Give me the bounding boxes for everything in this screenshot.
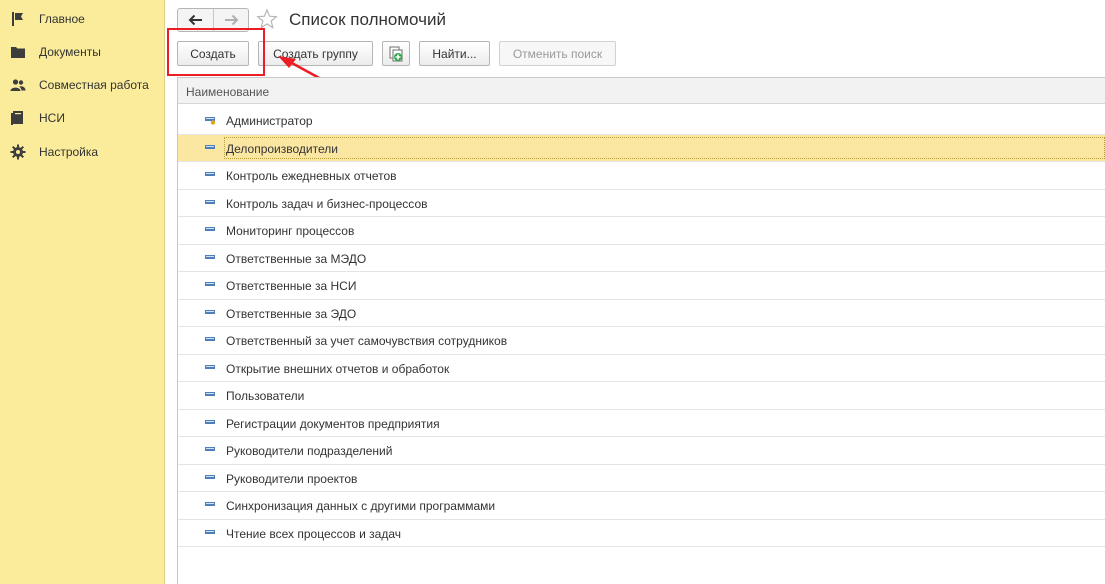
sidebar-item-collaboration[interactable]: Совместная работа <box>0 72 165 98</box>
list-item[interactable]: Пользователи <box>178 382 1105 410</box>
arrow-right-icon <box>224 14 238 26</box>
item-icon <box>205 447 215 451</box>
gear-icon <box>10 144 26 160</box>
list-item[interactable]: Чтение всех процессов и задач <box>178 520 1105 547</box>
item-icon <box>205 144 215 149</box>
item-icon <box>205 474 215 479</box>
list-item[interactable]: Ответственные за НСИ <box>178 272 1105 300</box>
list-item-label: Ответственный за учет самочувствия сотру… <box>226 334 508 348</box>
list-item-label: Ответственные за НСИ <box>226 279 357 293</box>
create-group-button[interactable]: Создать группу <box>258 41 373 66</box>
users-icon <box>10 79 26 91</box>
list-item[interactable]: Регистрации документов предприятия <box>178 410 1105 437</box>
list-item[interactable]: Руководители проектов <box>178 465 1105 492</box>
list-item[interactable]: Открытие внешних отчетов и обработок <box>178 355 1105 382</box>
item-icon <box>205 419 215 424</box>
cancel-search-button[interactable]: Отменить поиск <box>499 41 616 66</box>
item-icon <box>205 364 215 369</box>
item-icon <box>205 172 215 176</box>
page-title: Список полномочий <box>289 10 446 29</box>
list-item[interactable]: Синхронизация данных с другими программа… <box>178 492 1105 520</box>
list-item-label: Делопроизводители <box>226 141 338 156</box>
list-item-label: Мониторинг процессов <box>226 224 355 238</box>
list-item-label: Руководители подразделений <box>226 444 393 458</box>
sidebar: Главное Документы Совместная работа НСИ <box>0 0 165 584</box>
list-item[interactable]: Ответственный за учет самочувствия сотру… <box>178 327 1105 355</box>
item-icon <box>205 529 215 534</box>
permissions-list: Наименование Администратор Делопроизводит… <box>177 77 1105 584</box>
column-header-name: Наименование <box>186 85 270 99</box>
sidebar-item-label: Настройка <box>39 145 99 159</box>
item-key-icon <box>205 117 216 125</box>
item-icon <box>205 502 215 506</box>
sidebar-item-label: НСИ <box>39 111 65 125</box>
selection-focus <box>224 136 1105 159</box>
copy-add-icon <box>389 46 403 61</box>
item-icon <box>205 254 215 259</box>
copy-button[interactable] <box>382 41 410 66</box>
sidebar-item-label: Документы <box>39 45 101 59</box>
sidebar-item-nsi[interactable]: НСИ <box>0 105 165 131</box>
list-item-label: Ответственные за МЭДО <box>226 251 367 266</box>
list-item-label: Регистрации документов предприятия <box>226 416 440 431</box>
star-icon[interactable] <box>256 8 278 30</box>
find-button[interactable]: Найти... <box>419 41 490 66</box>
list-item-label: Синхронизация данных с другими программа… <box>226 499 496 513</box>
item-icon <box>205 309 215 314</box>
list-item-label: Руководители проектов <box>226 471 358 486</box>
sidebar-item-label: Главное <box>39 12 85 26</box>
column-header[interactable]: Наименование <box>178 78 1105 104</box>
list-item[interactable]: Ответственные за ЭДО <box>178 300 1105 327</box>
sidebar-item-settings[interactable]: Настройка <box>0 139 165 165</box>
item-icon <box>205 392 215 396</box>
sidebar-item-main[interactable]: Главное <box>0 6 165 32</box>
item-icon <box>205 227 215 231</box>
item-icon <box>205 199 215 204</box>
list-item[interactable]: Контроль задач и бизнес-процессов <box>178 190 1105 217</box>
annotation-highlight-box <box>167 28 265 76</box>
list-item-label: Контроль ежедневных отчетов <box>226 169 397 183</box>
list-item[interactable]: Мониторинг процессов <box>178 217 1105 245</box>
list-item-label: Администратор <box>226 114 313 128</box>
flag-icon <box>12 12 23 26</box>
list-item-label: Ответственные за ЭДО <box>226 306 357 321</box>
list-item[interactable]: Ответственные за МЭДО <box>178 245 1105 272</box>
book-icon <box>11 111 23 125</box>
item-icon <box>205 282 215 286</box>
sidebar-item-label: Совместная работа <box>39 78 149 92</box>
list-item[interactable]: Делопроизводители <box>178 134 1105 162</box>
list-item[interactable]: Контроль ежедневных отчетов <box>178 162 1105 190</box>
folder-icon <box>11 47 25 58</box>
list-item-label: Пользователи <box>226 389 305 403</box>
item-icon <box>205 337 215 341</box>
list-item-label: Чтение всех процессов и задач <box>226 526 402 541</box>
arrow-left-icon <box>188 14 202 26</box>
sidebar-item-documents[interactable]: Документы <box>0 39 165 65</box>
list-item[interactable]: Руководители подразделений <box>178 437 1105 465</box>
list-item-label: Контроль задач и бизнес-процессов <box>226 196 428 211</box>
list-item-label: Открытие внешних отчетов и обработок <box>226 361 450 376</box>
list-item[interactable]: Администратор <box>178 107 1105 135</box>
